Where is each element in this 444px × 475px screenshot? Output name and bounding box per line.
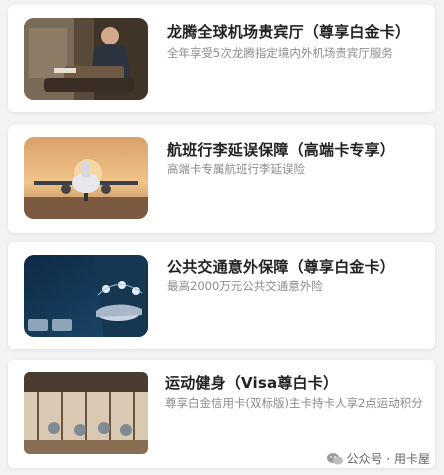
- service-title: 运动健身（Visa尊白卡）: [165, 374, 339, 392]
- service-title: 龙腾全球机场贵宾厅（尊享白金卡）: [167, 23, 411, 41]
- service-title: 公共交通意外保障（尊享白金卡）: [167, 258, 396, 276]
- service-card-lounge[interactable]: 龙腾全球机场贵宾厅（尊享白金卡） 全年享受5次龙腾指定境内外机场贵宾厅服务: [8, 5, 435, 112]
- service-desc: 最高2000万元公共交通意外险: [167, 279, 323, 293]
- watermark: 公众号 · 用卡屋: [326, 450, 430, 467]
- service-card-flight-delay[interactable]: 航班行李延误保障（高端卡专享） 高端卡专属航班行李延误险: [8, 125, 435, 233]
- airport-lounge-photo: [24, 18, 148, 100]
- airplane-photo: [24, 137, 148, 219]
- service-desc: 高端卡专属航班行李延误险: [167, 162, 305, 176]
- gym-photo: [24, 372, 148, 454]
- watermark-text: 公众号 · 用卡屋: [346, 452, 430, 466]
- service-desc: 尊享白金信用卡(双标版)主卡持卡人享2点运动积分: [165, 396, 423, 410]
- service-title: 航班行李延误保障（高端卡专享）: [167, 141, 396, 159]
- transport-insurance-photo: [24, 255, 148, 337]
- service-card-transport[interactable]: 公共交通意外保障（尊享白金卡） 最高2000万元公共交通意外险: [8, 242, 435, 349]
- service-desc: 全年享受5次龙腾指定境内外机场贵宾厅服务: [167, 46, 393, 60]
- wechat-icon: [326, 452, 343, 466]
